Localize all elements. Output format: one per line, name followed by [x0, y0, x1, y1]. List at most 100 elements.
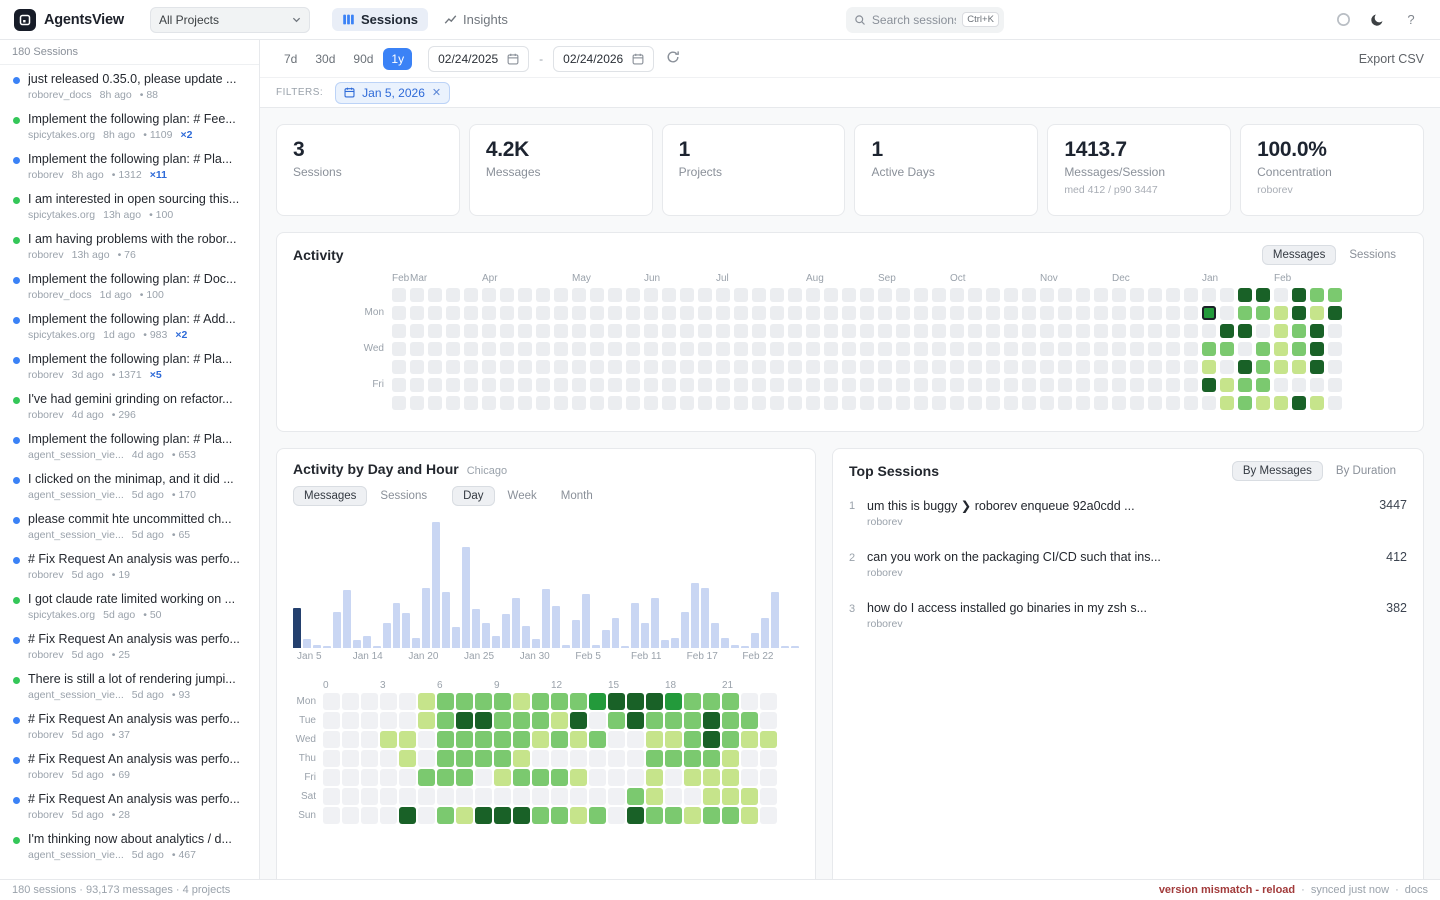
daily-bar[interactable]: [492, 636, 500, 648]
activity-day-cell[interactable]: [896, 342, 910, 356]
activity-day-cell[interactable]: [1292, 378, 1306, 392]
session-list-item[interactable]: There is still a lot of rendering jumpi.…: [0, 665, 259, 705]
activity-day-cell[interactable]: [968, 378, 982, 392]
activity-day-cell[interactable]: [968, 342, 982, 356]
activity-day-cell[interactable]: [1256, 378, 1270, 392]
activity-day-cell[interactable]: [734, 306, 748, 320]
activity-day-cell[interactable]: [1292, 360, 1306, 374]
activity-day-cell[interactable]: [554, 306, 568, 320]
activity-day-cell[interactable]: [1256, 360, 1270, 374]
activity-day-cell[interactable]: [608, 396, 622, 410]
activity-day-cell[interactable]: [626, 378, 640, 392]
activity-day-cell[interactable]: [950, 306, 964, 320]
activity-day-cell[interactable]: [896, 360, 910, 374]
activity-day-cell[interactable]: [914, 306, 928, 320]
activity-day-cell[interactable]: [1220, 288, 1234, 302]
activity-day-cell[interactable]: [896, 324, 910, 338]
activity-day-cell[interactable]: [1328, 306, 1342, 320]
activity-day-cell[interactable]: [1274, 360, 1288, 374]
activity-day-cell[interactable]: [518, 342, 532, 356]
activity-day-cell[interactable]: [590, 360, 604, 374]
activity-day-cell[interactable]: [1148, 342, 1162, 356]
activity-day-cell[interactable]: [1184, 378, 1198, 392]
project-selector[interactable]: All Projects: [150, 7, 310, 33]
activity-day-cell[interactable]: [1040, 360, 1054, 374]
activity-day-cell[interactable]: [1076, 378, 1090, 392]
daily-bar[interactable]: [651, 598, 659, 648]
activity-day-cell[interactable]: [968, 396, 982, 410]
session-list-item[interactable]: # Fix Request An analysis was perfo...ro…: [0, 785, 259, 825]
activity-day-cell[interactable]: [1202, 288, 1216, 302]
activity-day-cell[interactable]: [554, 396, 568, 410]
activity-day-cell[interactable]: [788, 360, 802, 374]
session-list-item[interactable]: Implement the following plan: # Doc...ro…: [0, 265, 259, 305]
activity-day-cell[interactable]: [734, 396, 748, 410]
activity-day-cell[interactable]: [392, 324, 406, 338]
activity-day-cell[interactable]: [572, 288, 586, 302]
activity-day-cell[interactable]: [482, 306, 496, 320]
activity-day-cell[interactable]: [590, 396, 604, 410]
activity-day-cell[interactable]: [1094, 396, 1108, 410]
activity-day-cell[interactable]: [1094, 378, 1108, 392]
activity-day-cell[interactable]: [1058, 306, 1072, 320]
activity-day-cell[interactable]: [662, 306, 676, 320]
activity-day-cell[interactable]: [590, 306, 604, 320]
activity-day-cell[interactable]: [752, 396, 766, 410]
activity-day-cell[interactable]: [950, 378, 964, 392]
activity-day-cell[interactable]: [1112, 378, 1126, 392]
activity-day-cell[interactable]: [572, 306, 586, 320]
activity-toggle-messages[interactable]: Messages: [1262, 245, 1336, 265]
activity-day-cell[interactable]: [770, 288, 784, 302]
activity-day-cell[interactable]: [1040, 342, 1054, 356]
session-list-item[interactable]: please commit hte uncommitted ch...agent…: [0, 505, 259, 545]
activity-day-cell[interactable]: [932, 288, 946, 302]
activity-day-cell[interactable]: [626, 342, 640, 356]
session-list-item[interactable]: I am having problems with the robor...ro…: [0, 225, 259, 265]
activity-day-cell[interactable]: [1274, 396, 1288, 410]
activity-day-cell[interactable]: [716, 288, 730, 302]
activity-day-cell[interactable]: [590, 342, 604, 356]
session-list-item[interactable]: Implement the following plan: # Pla...ro…: [0, 345, 259, 385]
activity-day-cell[interactable]: [1112, 360, 1126, 374]
activity-day-cell[interactable]: [1148, 378, 1162, 392]
activity-day-cell[interactable]: [1076, 288, 1090, 302]
daily-bar[interactable]: [412, 638, 420, 648]
daily-bar[interactable]: [393, 603, 401, 648]
activity-day-cell[interactable]: [1022, 378, 1036, 392]
activity-day-cell[interactable]: [716, 396, 730, 410]
activity-day-cell[interactable]: [842, 288, 856, 302]
date-to-input[interactable]: 02/24/2026: [553, 46, 654, 72]
activity-day-cell[interactable]: [986, 306, 1000, 320]
daily-bar[interactable]: [422, 588, 430, 648]
activity-day-cell[interactable]: [1130, 396, 1144, 410]
activity-day-cell[interactable]: [914, 342, 928, 356]
activity-day-cell[interactable]: [1166, 306, 1180, 320]
activity-day-cell[interactable]: [932, 396, 946, 410]
sync-ring-icon[interactable]: [1332, 9, 1354, 31]
activity-day-cell[interactable]: [1040, 324, 1054, 338]
export-csv-button[interactable]: Export CSV: [1359, 52, 1424, 66]
activity-day-cell[interactable]: [860, 324, 874, 338]
activity-day-cell[interactable]: [752, 378, 766, 392]
activity-day-cell[interactable]: [464, 288, 478, 302]
activity-day-cell[interactable]: [752, 288, 766, 302]
activity-day-cell[interactable]: [518, 396, 532, 410]
activity-day-cell[interactable]: [932, 378, 946, 392]
activity-day-cell[interactable]: [446, 378, 460, 392]
activity-day-cell[interactable]: [770, 306, 784, 320]
activity-day-cell[interactable]: [734, 324, 748, 338]
activity-day-cell[interactable]: [536, 306, 550, 320]
activity-day-cell[interactable]: [608, 288, 622, 302]
activity-day-cell[interactable]: [482, 396, 496, 410]
activity-day-cell[interactable]: [896, 378, 910, 392]
activity-day-cell[interactable]: [842, 396, 856, 410]
activity-day-cell[interactable]: [716, 324, 730, 338]
activity-day-cell[interactable]: [626, 324, 640, 338]
daily-bar[interactable]: [303, 639, 311, 648]
activity-day-cell[interactable]: [1202, 396, 1216, 410]
activity-day-cell[interactable]: [1004, 360, 1018, 374]
activity-day-cell[interactable]: [1256, 396, 1270, 410]
activity-day-cell[interactable]: [842, 324, 856, 338]
activity-day-cell[interactable]: [536, 360, 550, 374]
activity-day-cell[interactable]: [572, 360, 586, 374]
